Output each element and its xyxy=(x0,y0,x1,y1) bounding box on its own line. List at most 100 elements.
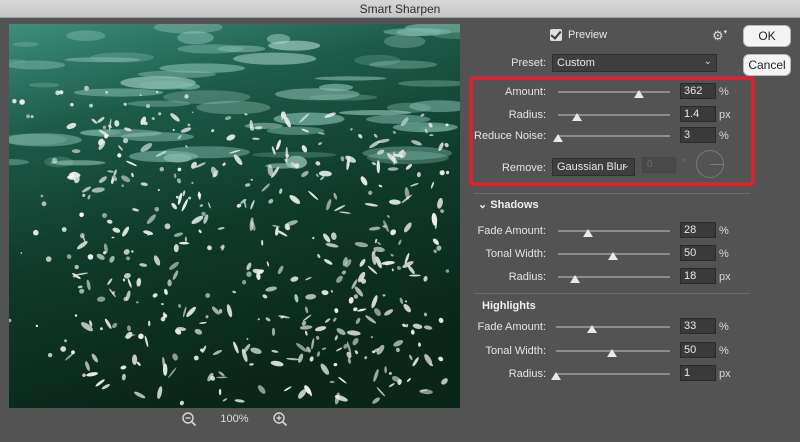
sparkle xyxy=(20,252,23,254)
sparkle xyxy=(68,172,74,178)
slider-track[interactable] xyxy=(558,91,670,93)
sparkle xyxy=(100,327,103,331)
foam xyxy=(271,327,276,336)
ripple xyxy=(369,60,437,69)
sparkle xyxy=(156,91,159,94)
sparkle xyxy=(70,103,74,107)
foam xyxy=(148,320,151,327)
sparkle xyxy=(74,314,78,317)
chevron-down-icon: ⌄ xyxy=(621,160,630,171)
sparkle xyxy=(45,256,52,262)
slider-thumb[interactable] xyxy=(583,229,594,237)
slider-thumb[interactable] xyxy=(587,325,598,333)
remove-select[interactable]: Gaussian Blur ⌄ xyxy=(552,158,635,176)
angle-field: 0 xyxy=(642,157,676,173)
param-label: Tonal Width: xyxy=(485,345,546,357)
param-label: Radius: xyxy=(508,109,546,121)
ripple xyxy=(366,114,431,124)
sparkle xyxy=(123,102,127,107)
sparkle xyxy=(193,355,199,361)
highlights-title[interactable]: Highlights xyxy=(482,300,536,312)
value-field[interactable]: 362 xyxy=(680,83,716,99)
sparkle xyxy=(200,348,204,352)
shadows-section[interactable]: ⌄ Shadows xyxy=(478,198,539,211)
value-field[interactable]: 28 xyxy=(680,222,716,238)
sparkle xyxy=(162,312,166,315)
ripple xyxy=(66,30,106,41)
ripple xyxy=(90,52,154,63)
sparkle xyxy=(60,346,67,352)
value-field[interactable]: 50 xyxy=(680,342,716,358)
ripple xyxy=(49,160,106,166)
sparkle xyxy=(104,134,108,139)
slider-thumb[interactable] xyxy=(569,275,580,283)
ripple xyxy=(319,83,354,91)
sparkle xyxy=(102,125,107,129)
sparkle xyxy=(55,90,61,96)
sparkle xyxy=(158,112,162,116)
slider-track[interactable] xyxy=(556,326,670,328)
sparkle xyxy=(79,212,84,218)
divider xyxy=(474,293,750,294)
preview-checkbox[interactable] xyxy=(550,29,562,41)
sparkle xyxy=(84,85,89,91)
sparkle xyxy=(19,99,25,105)
remove-label: Remove: xyxy=(501,162,546,174)
chevron-down-icon: ⌄ xyxy=(478,199,488,211)
sparkle xyxy=(61,227,67,232)
remove-value: Gaussian Blur xyxy=(557,161,627,173)
slider-thumb[interactable] xyxy=(572,113,583,121)
sparkle xyxy=(164,223,171,230)
preset-select[interactable]: Custom ⌄ xyxy=(552,54,717,72)
slider-thumb[interactable] xyxy=(633,90,644,98)
sparkle xyxy=(121,184,124,187)
ripple xyxy=(383,27,452,36)
sparkle xyxy=(131,250,134,253)
angle-unit: ° xyxy=(682,158,687,170)
value-field[interactable]: 18 xyxy=(680,268,716,284)
unit-label: % xyxy=(719,321,729,333)
foam xyxy=(218,388,222,396)
sparkle xyxy=(177,167,182,172)
slider-track[interactable] xyxy=(558,230,670,232)
sparkle xyxy=(12,99,17,104)
preset-label: Preset: xyxy=(511,57,546,69)
slider-track[interactable] xyxy=(558,135,670,137)
slider-thumb[interactable] xyxy=(607,252,618,260)
ripple xyxy=(163,90,251,104)
ripple xyxy=(28,82,60,88)
param-label: Radius: xyxy=(508,271,546,283)
value-field[interactable]: 3 xyxy=(680,127,716,143)
ripple xyxy=(12,41,39,47)
ok-button[interactable]: OK xyxy=(743,25,791,47)
slider-thumb[interactable] xyxy=(553,134,563,142)
value-field[interactable]: 1.4 xyxy=(680,106,716,122)
chevron-down-icon: ⌄ xyxy=(703,56,712,67)
ripple xyxy=(383,34,426,48)
sparkle xyxy=(146,104,150,109)
sparkle xyxy=(205,293,211,298)
gear-icon[interactable]: ⚙▾ xyxy=(712,28,728,43)
value-field[interactable]: 50 xyxy=(680,245,716,261)
sparkle xyxy=(40,194,44,198)
ripple xyxy=(266,126,325,135)
value-field[interactable]: 33 xyxy=(680,318,716,334)
unit-label: % xyxy=(719,130,729,142)
value-field[interactable]: 1 xyxy=(680,365,716,381)
sparkle xyxy=(47,352,53,358)
foam xyxy=(184,236,187,242)
sparkle xyxy=(184,94,189,99)
sparkle xyxy=(172,129,175,131)
slider-thumb[interactable] xyxy=(551,372,561,380)
preview-label: Preview xyxy=(568,29,608,41)
zoom-in-icon[interactable] xyxy=(272,411,288,427)
unit-label: px xyxy=(719,271,731,283)
slider-track[interactable] xyxy=(556,373,670,375)
slider-thumb[interactable] xyxy=(606,349,617,357)
ripple xyxy=(233,52,317,65)
cancel-button[interactable]: Cancel xyxy=(743,54,791,76)
sparkle xyxy=(191,181,194,184)
sparkle xyxy=(117,153,122,158)
sparkle xyxy=(197,193,202,197)
preview-image[interactable] xyxy=(9,24,460,408)
